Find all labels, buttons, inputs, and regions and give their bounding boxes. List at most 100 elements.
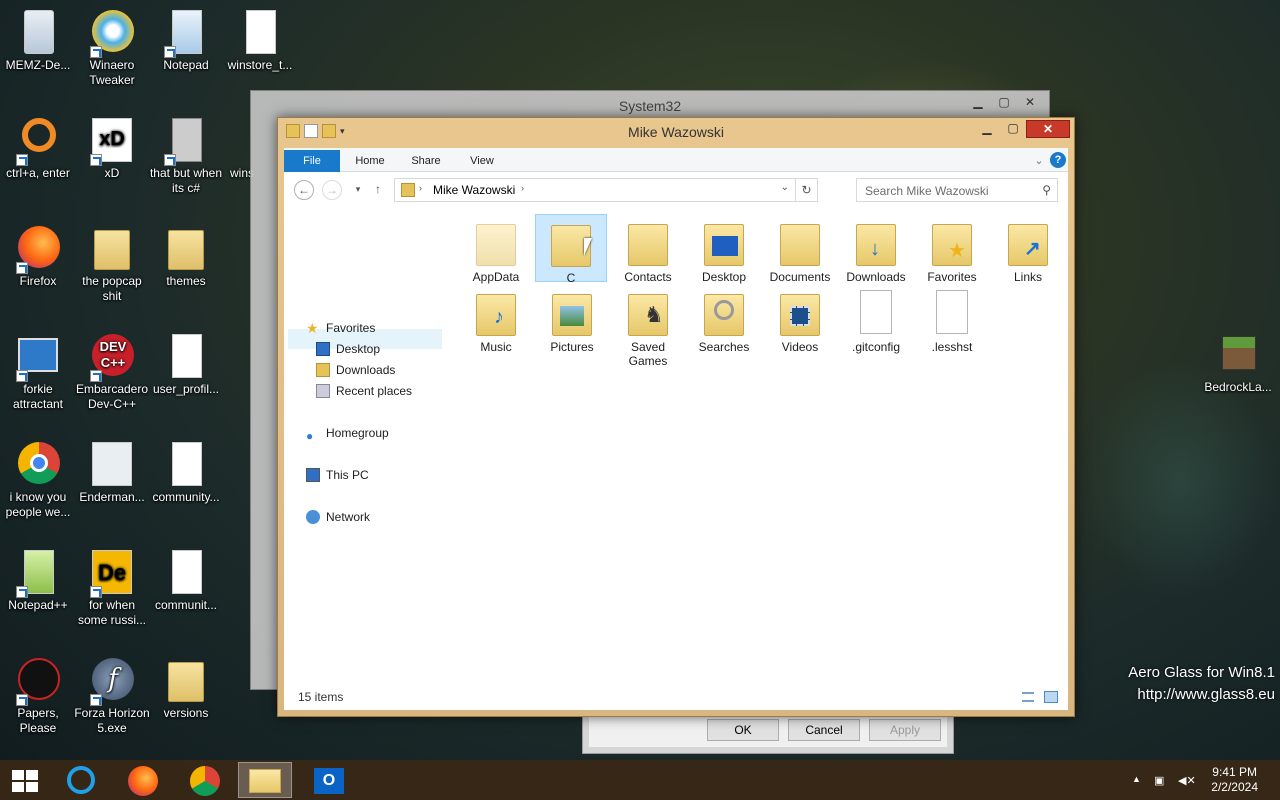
desktop-icon-themes[interactable]: themes bbox=[148, 224, 224, 289]
up-button[interactable]: ↑ bbox=[368, 180, 388, 200]
ribbon-tabs: File Home Share View ⌄ ? bbox=[284, 148, 1068, 172]
folder-saved-games[interactable]: ♞ Saved Games bbox=[612, 284, 684, 368]
start-button[interactable] bbox=[0, 762, 54, 798]
search-input[interactable]: Search Mike Wazowski ⚲ bbox=[856, 178, 1058, 202]
nav-favorites[interactable]: ★ Favorites bbox=[304, 318, 375, 338]
desktop-icon-notepadpp[interactable]: Notepad++ bbox=[0, 548, 76, 613]
taskbar-internet-explorer[interactable] bbox=[54, 762, 108, 798]
folder-music[interactable]: ♪ Music bbox=[460, 284, 532, 354]
desktop-icon-winstore[interactable]: winstore_t... bbox=[222, 8, 298, 73]
close-button[interactable]: ✕ bbox=[1026, 120, 1070, 138]
folder-appdata[interactable]: AppData bbox=[460, 214, 532, 284]
nav-downloads[interactable]: Downloads bbox=[314, 360, 395, 380]
desktop-icon-user-profile[interactable]: user_profil... bbox=[148, 332, 224, 397]
desktop-icon-winaero[interactable]: Winaero Tweaker bbox=[74, 8, 150, 88]
folder-videos[interactable]: Videos bbox=[764, 284, 836, 354]
apply-button[interactable]: Apply bbox=[869, 719, 941, 741]
folder-favorites[interactable]: ★ Favorites bbox=[916, 214, 988, 284]
folder-c[interactable]: C bbox=[535, 214, 607, 285]
file-gitconfig[interactable]: .gitconfig bbox=[840, 284, 912, 354]
desktop-icon-xd[interactable]: xD xD bbox=[74, 116, 150, 181]
nav-homegroup[interactable]: ● Homegroup bbox=[304, 423, 389, 443]
desktop-icon-forza[interactable]: f Forza Horizon 5.exe bbox=[74, 656, 150, 736]
chevron-right-icon[interactable]: › bbox=[521, 183, 524, 193]
cancel-button[interactable]: Cancel bbox=[788, 719, 860, 741]
maximize-button[interactable]: ▢ bbox=[1000, 120, 1026, 138]
address-dropdown-icon[interactable]: ⌄ bbox=[781, 182, 789, 193]
folder-links[interactable]: ↗ Links bbox=[992, 214, 1064, 284]
tab-view[interactable]: View bbox=[464, 150, 500, 172]
tab-home[interactable]: Home bbox=[350, 150, 390, 172]
address-field[interactable]: › Mike Wazowski › ⌄ ↻ bbox=[394, 178, 818, 202]
search-icon[interactable]: ⚲ bbox=[1042, 183, 1051, 197]
recent-locations-icon[interactable]: ▾ bbox=[348, 180, 368, 200]
desktop-icon-memz[interactable]: MEMZ-De... bbox=[0, 8, 76, 73]
windows-logo-icon bbox=[12, 770, 38, 792]
desktop-icon-chrome[interactable]: i know you people we... bbox=[0, 440, 76, 520]
nav-label: Homegroup bbox=[326, 426, 389, 440]
folder-contacts[interactable]: Contacts bbox=[612, 214, 684, 284]
desktop-icon-label: Enderman... bbox=[79, 490, 145, 504]
taskbar-file-explorer[interactable] bbox=[238, 762, 292, 798]
desktop-icon-forkie[interactable]: forkie attractant bbox=[0, 332, 76, 412]
taskbar-firefox[interactable] bbox=[116, 762, 170, 798]
nav-this-pc[interactable]: This PC bbox=[304, 465, 369, 485]
explorer-window[interactable]: ▾ Mike Wazowski ▁ ▢ ✕ File Home Share Vi… bbox=[277, 117, 1075, 717]
nav-label: Recent places bbox=[336, 384, 413, 398]
desktop-icon-enderman[interactable]: Enderman... bbox=[74, 440, 150, 505]
back-button[interactable]: ← bbox=[294, 180, 314, 200]
item-label: Videos bbox=[781, 340, 819, 354]
help-icon[interactable]: ? bbox=[1050, 152, 1066, 168]
ok-button[interactable]: OK bbox=[707, 719, 779, 741]
desktop-icon-label: Forza Horizon 5.exe bbox=[74, 706, 150, 735]
watermark-line1: Aero Glass for Win8.1 bbox=[1128, 664, 1275, 681]
recycle-bin-icon bbox=[14, 8, 62, 56]
favorites-folder-icon: ★ bbox=[928, 218, 976, 268]
refresh-icon[interactable]: ↻ bbox=[795, 179, 817, 201]
file-lesshst[interactable]: .lesshst bbox=[916, 284, 988, 354]
volume-muted-icon[interactable]: ◀✕ bbox=[1178, 774, 1196, 787]
desktop-icon-community-2[interactable]: communit... bbox=[148, 548, 224, 613]
minimize-icon[interactable]: ▁ bbox=[965, 93, 991, 111]
breadcrumb-mike-wazowski[interactable]: Mike Wazowski bbox=[433, 183, 515, 197]
taskbar-outlook[interactable]: O bbox=[302, 762, 356, 798]
folder-desktop[interactable]: Desktop bbox=[688, 214, 760, 284]
desktop-icon-devcpp[interactable]: DEV C++ Embarcadero Dev-C++ bbox=[74, 332, 150, 412]
nav-recent-places[interactable]: Recent places bbox=[314, 381, 412, 401]
desktop-icon-papers-please[interactable]: Papers, Please bbox=[0, 656, 76, 736]
desktop-icon-bedrock[interactable]: BedrockLa... bbox=[1200, 330, 1276, 395]
item-label: Music bbox=[480, 340, 512, 354]
folder-documents[interactable]: Documents bbox=[764, 214, 836, 284]
desktop-icon-community-1[interactable]: community... bbox=[148, 440, 224, 505]
folder-pictures[interactable]: Pictures bbox=[536, 284, 608, 354]
tab-share[interactable]: Share bbox=[406, 150, 446, 172]
maximize-icon[interactable]: ▢ bbox=[991, 93, 1017, 111]
desktop-icon-popcap[interactable]: the popcap shit bbox=[74, 224, 150, 304]
close-icon[interactable]: ✕ bbox=[1017, 93, 1043, 111]
desktop-icon-russi[interactable]: De for when some russi... bbox=[74, 548, 150, 628]
show-hidden-icons-icon[interactable]: ▲ bbox=[1132, 774, 1146, 786]
folder-searches[interactable]: Searches bbox=[688, 284, 760, 354]
text-file-icon bbox=[236, 8, 284, 56]
forward-button[interactable]: → bbox=[322, 180, 342, 200]
taskbar-chrome[interactable] bbox=[178, 762, 232, 798]
title-bar[interactable]: ▾ Mike Wazowski ▁ ▢ ✕ bbox=[278, 118, 1074, 148]
large-icons-view-icon[interactable] bbox=[1044, 691, 1058, 703]
flash-icon: f bbox=[88, 656, 136, 706]
network-tray-icon[interactable]: ▣ bbox=[1154, 774, 1168, 787]
chevron-right-icon[interactable]: › bbox=[419, 183, 422, 193]
desktop-icon-firefox[interactable]: Firefox bbox=[0, 224, 76, 289]
desktop-icon-ctrl-a[interactable]: ctrl+a, enter bbox=[0, 116, 76, 181]
desktop-icon-that-but[interactable]: that but when its c# bbox=[148, 116, 224, 196]
nav-desktop[interactable]: Desktop bbox=[314, 339, 380, 359]
tab-file[interactable]: File bbox=[284, 150, 340, 172]
desktop-icon-notepad[interactable]: Notepad bbox=[148, 8, 224, 73]
desktop-icon-versions[interactable]: versions bbox=[148, 656, 224, 721]
expand-ribbon-icon[interactable]: ⌄ bbox=[1032, 150, 1046, 172]
nav-network[interactable]: Network bbox=[304, 507, 370, 527]
details-view-icon[interactable] bbox=[1022, 692, 1034, 702]
folder-downloads[interactable]: ↓ Downloads bbox=[840, 214, 912, 284]
minimize-button[interactable]: ▁ bbox=[974, 120, 1000, 138]
clock[interactable]: 9:41 PM 2/2/2024 bbox=[1211, 765, 1258, 795]
address-bar-row: ← → ▾ ↑ › Mike Wazowski › ⌄ ↻ Search Mik… bbox=[284, 172, 1068, 208]
